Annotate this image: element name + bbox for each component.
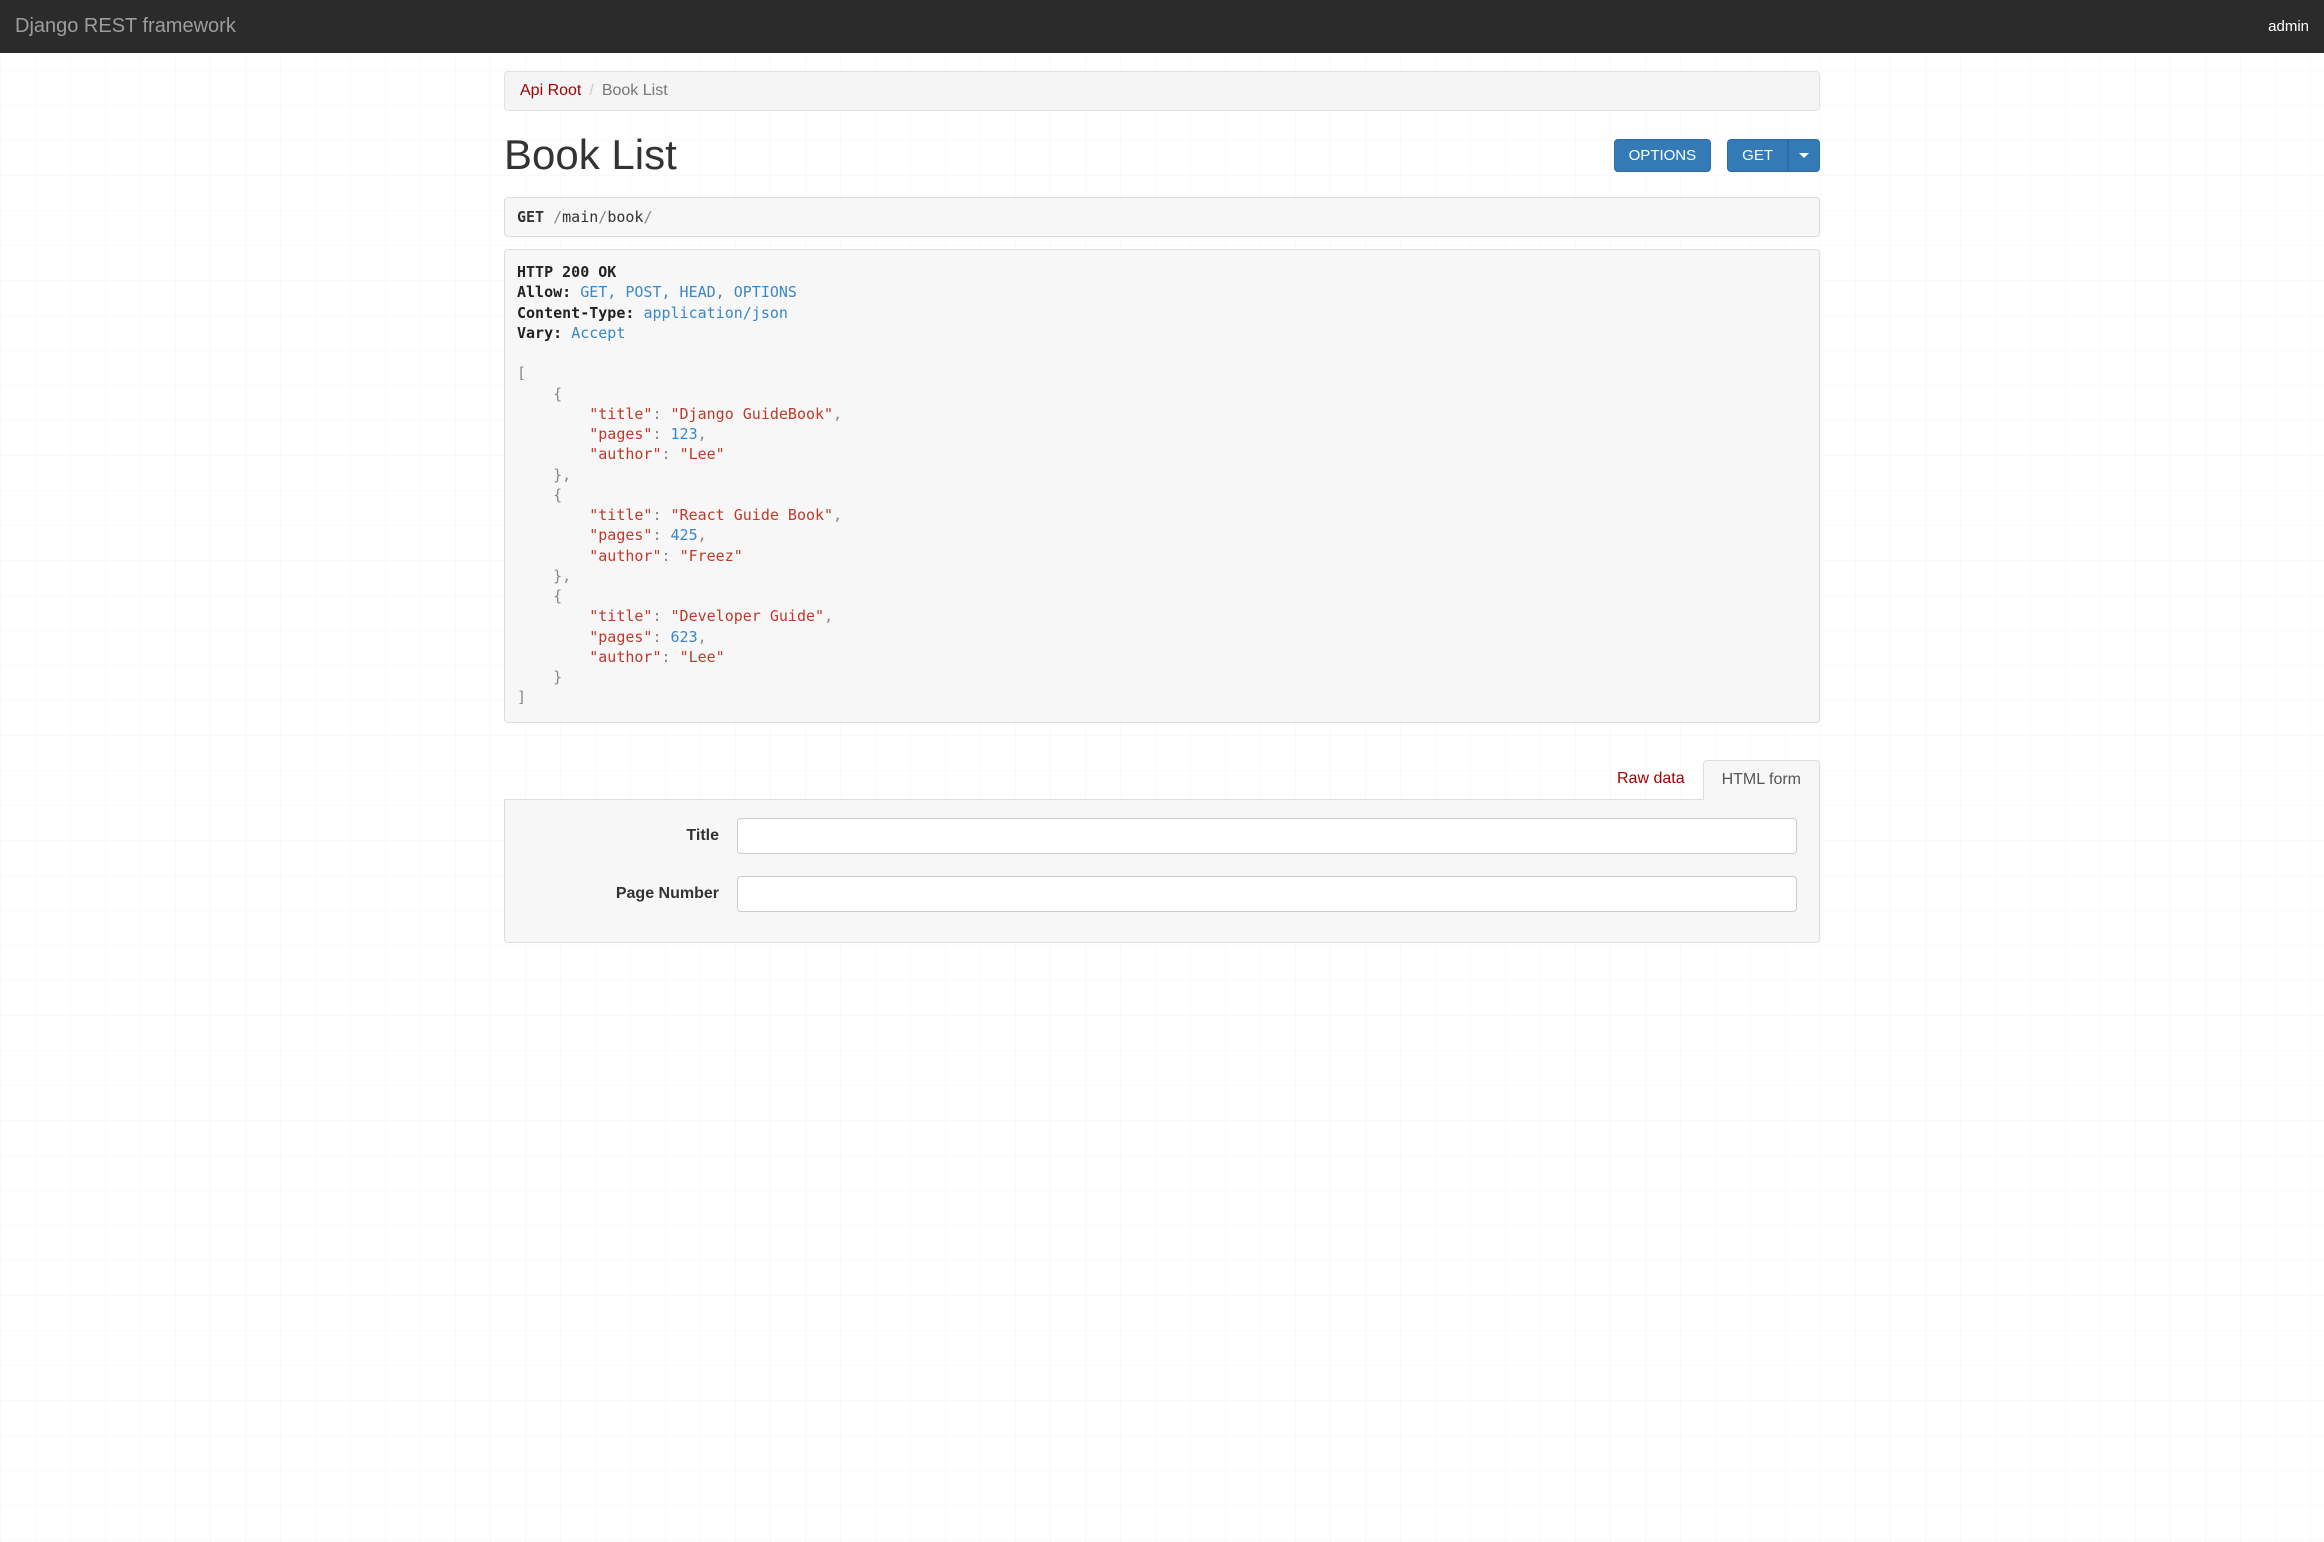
- post-form-tabs: Raw data HTML form: [504, 759, 1820, 800]
- response-body: HTTP 200 OK Allow: GET, POST, HEAD, OPTI…: [504, 249, 1820, 723]
- pages-input[interactable]: [737, 876, 1797, 912]
- breadcrumb-current: Book List: [602, 82, 668, 100]
- request-path-seg2: book: [607, 208, 643, 226]
- form-row-title: Title: [527, 818, 1797, 854]
- tab-raw-data[interactable]: Raw data: [1599, 760, 1703, 800]
- pages-label: Page Number: [527, 885, 737, 903]
- get-dropdown-toggle[interactable]: [1788, 139, 1820, 172]
- page-header: Book List OPTIONS GET: [504, 131, 1820, 179]
- request-path-sep: /: [598, 208, 607, 226]
- title-input[interactable]: [737, 818, 1797, 854]
- request-method: GET: [517, 208, 544, 226]
- request-line: GET /main/book/: [504, 197, 1820, 237]
- chevron-down-icon: [1799, 153, 1809, 158]
- get-button-group: GET: [1727, 139, 1820, 172]
- brand-link[interactable]: Django REST framework: [15, 15, 236, 38]
- breadcrumb-separator: /: [589, 82, 593, 100]
- request-path-trailing: /: [643, 208, 652, 226]
- page-title: Book List: [504, 131, 677, 179]
- get-button[interactable]: GET: [1727, 139, 1788, 172]
- form-row-pages: Page Number: [527, 876, 1797, 912]
- tab-html-form[interactable]: HTML form: [1703, 760, 1820, 800]
- request-path-prefix: /: [553, 208, 562, 226]
- action-buttons: OPTIONS GET: [1614, 139, 1820, 172]
- request-path-seg1: main: [562, 208, 598, 226]
- html-form-panel: Title Page Number: [504, 800, 1820, 943]
- navbar: Django REST framework admin: [0, 0, 2324, 53]
- user-menu[interactable]: admin: [2268, 18, 2309, 35]
- breadcrumb-root-link[interactable]: Api Root: [520, 82, 581, 100]
- breadcrumb: Api Root / Book List: [504, 71, 1820, 111]
- options-button[interactable]: OPTIONS: [1614, 139, 1712, 172]
- title-label: Title: [527, 827, 737, 845]
